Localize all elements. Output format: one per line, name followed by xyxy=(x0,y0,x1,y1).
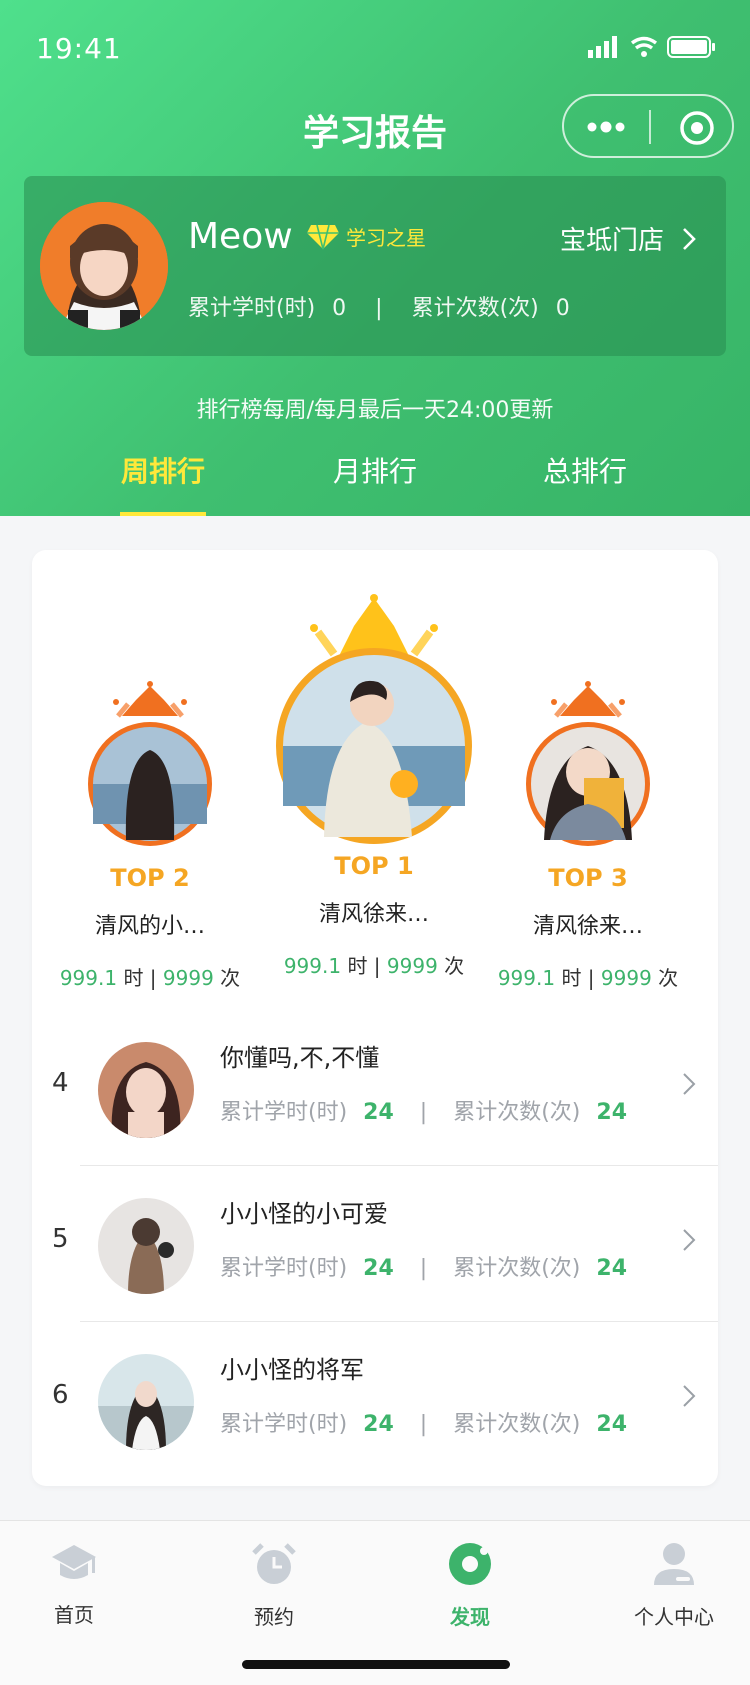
user-name: Meow xyxy=(188,216,293,257)
rank-number: 5 xyxy=(52,1224,69,1254)
badge-label: 学习之星 xyxy=(346,226,426,250)
store-link[interactable]: 宝坻门店 xyxy=(560,220,696,257)
status-time: 19:41 xyxy=(36,32,122,65)
list-name: 小小怪的将军 xyxy=(220,1356,364,1384)
status-bar: 19:41 xyxy=(0,0,750,88)
close-target-icon[interactable] xyxy=(678,109,716,147)
person-icon xyxy=(654,1543,694,1585)
top-label: TOP 1 xyxy=(334,852,414,880)
podium-name: 清风徐来… xyxy=(318,902,429,927)
diamond-icon xyxy=(307,224,339,249)
tabbar-booking[interactable]: 预约 xyxy=(194,1541,354,1630)
ranking-tabs: 周排行 月排行 总排行 xyxy=(0,444,750,516)
podium-top2[interactable]: TOP 2 清风的小… 999.1 时 | 9999 次 xyxy=(50,680,250,991)
home-indicator xyxy=(242,1660,510,1669)
tab-weekly[interactable]: 周排行 xyxy=(58,450,268,490)
list-stats: 累计学时(时) 24 | 累计次数(次) 24 xyxy=(220,1100,628,1125)
avatar xyxy=(98,1198,194,1294)
avatar xyxy=(98,1042,194,1138)
user-stats: 累计学时(时) 0 | 累计次数(次) 0 xyxy=(188,296,570,321)
list-name: 你懂吗,不,不懂 xyxy=(220,1044,380,1072)
tabbar-profile-label: 个人中心 xyxy=(634,1605,714,1629)
crown-avatar-top1 xyxy=(276,594,472,844)
tab-total[interactable]: 总排行 xyxy=(480,450,690,490)
signal-wifi-battery-icon xyxy=(588,36,715,58)
store-name: 宝坻门店 xyxy=(559,226,664,256)
crown-avatar-top2 xyxy=(88,681,212,846)
chevron-right-icon xyxy=(683,227,696,250)
podium-name: 清风徐来… xyxy=(532,914,643,939)
podium-stats: 999.1 时 | 9999 次 xyxy=(59,966,241,990)
tabbar-discover-label: 发现 xyxy=(450,1605,490,1629)
list-item[interactable]: 6 小小怪的将军 累计学时(时) 24 | 累计次数(次) 24 xyxy=(32,1322,718,1478)
mini-program-capsule xyxy=(562,94,734,158)
list-name: 小小怪的小可爱 xyxy=(220,1200,388,1228)
capsule-divider xyxy=(649,110,651,144)
list-item[interactable]: 5 小小怪的小可爱 累计学时(时) 24 | 累计次数(次) 24 xyxy=(32,1166,718,1322)
avatar xyxy=(98,1354,194,1450)
rank-number: 4 xyxy=(52,1068,69,1098)
tabbar-booking-label: 预约 xyxy=(254,1605,294,1629)
chevron-right-icon xyxy=(683,1229,696,1251)
chevron-right-icon xyxy=(683,1385,696,1407)
list-stats: 累计学时(时) 24 | 累计次数(次) 24 xyxy=(220,1256,628,1281)
discover-icon xyxy=(449,1543,491,1585)
tabbar-discover[interactable]: 发现 xyxy=(390,1541,550,1630)
tab-monthly[interactable]: 月排行 xyxy=(270,450,480,490)
count-label: 累计次数(次) xyxy=(411,296,539,321)
list-item[interactable]: 4 你懂吗,不,不懂 累计学时(时) 24 | 累计次数(次) 24 xyxy=(32,1010,718,1166)
top-label: TOP 3 xyxy=(548,864,628,892)
podium-stats: 999.1 时 | 9999 次 xyxy=(283,954,465,978)
podium-stats: 999.1 时 | 9999 次 xyxy=(497,966,679,990)
alarm-clock-icon xyxy=(252,1543,296,1584)
tabbar-home[interactable]: 首页 xyxy=(0,1541,154,1628)
crown-avatar-top3 xyxy=(526,681,650,846)
graduation-cap-icon xyxy=(52,1545,96,1579)
star-badge: 学习之星 xyxy=(306,222,426,251)
rank-number: 6 xyxy=(52,1380,69,1410)
tab-underline xyxy=(120,512,206,516)
podium-top3[interactable]: TOP 3 清风徐来… 999.1 时 | 9999 次 xyxy=(488,680,688,991)
podium-top1[interactable]: TOP 1 清风徐来… 999.1 时 | 9999 次 xyxy=(254,592,494,979)
tabbar-home-label: 首页 xyxy=(54,1603,94,1627)
podium-name: 清风的小… xyxy=(94,914,205,939)
hours-value: 0 xyxy=(332,296,347,321)
top-label: TOP 2 xyxy=(110,864,190,892)
update-note: 排行榜每周/每月最后一天24:00更新 xyxy=(196,398,554,423)
more-icon[interactable] xyxy=(586,118,626,136)
count-value: 0 xyxy=(555,296,570,321)
hours-label: 累计学时(时) xyxy=(188,296,316,321)
chevron-right-icon xyxy=(683,1073,696,1095)
tabbar-profile[interactable]: 个人中心 xyxy=(594,1541,750,1630)
avatar xyxy=(40,202,168,330)
user-card: Meow 学习之星 宝坻门店 累计学时(时) 0 | 累计次数(次) 0 xyxy=(24,176,726,356)
list-stats: 累计学时(时) 24 | 累计次数(次) 24 xyxy=(220,1412,628,1437)
ranking-card: TOP 2 清风的小… 999.1 时 | 9999 次 TOP 1 清风徐来…… xyxy=(32,550,718,1486)
